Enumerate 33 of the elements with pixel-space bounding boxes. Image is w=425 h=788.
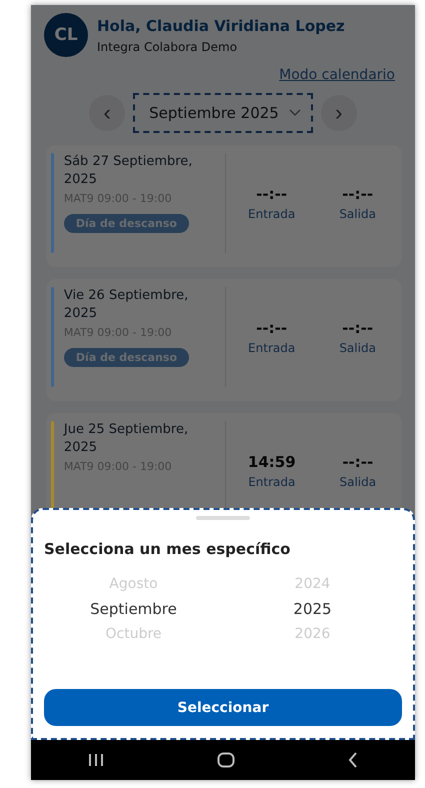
- company-name: Integra Colabora Demo: [97, 40, 238, 54]
- day-date: Sáb 27 Septiembre, 2025: [64, 153, 194, 190]
- back-icon[interactable]: [348, 752, 358, 768]
- day-date: Vie 26 Septiembre, 2025: [64, 287, 190, 324]
- rest-day-badge: Día de descanso: [64, 348, 190, 368]
- entry-label: Entrada: [248, 475, 296, 489]
- exit-time: --:--: [342, 319, 374, 337]
- recent-apps-icon[interactable]: [88, 753, 104, 767]
- entry-time: --:--: [256, 185, 288, 203]
- day-date: Jue 25 Septiembre, 2025: [64, 421, 190, 458]
- month-selector[interactable]: Septiembre 2025: [133, 93, 313, 133]
- calendar-mode-link[interactable]: Modo calendario: [279, 67, 395, 83]
- previous-month-button[interactable]: ‹: [89, 95, 126, 131]
- next-month-button[interactable]: ›: [320, 95, 357, 131]
- sheet-title: Selecciona un mes específico: [44, 540, 292, 558]
- month-option[interactable]: Septiembre: [90, 600, 177, 618]
- exit-label: Salida: [339, 475, 376, 489]
- exit-time: --:--: [342, 185, 374, 203]
- exit-label: Salida: [339, 341, 376, 355]
- select-button[interactable]: Seleccionar: [44, 689, 402, 726]
- exit-label: Salida: [339, 207, 376, 221]
- entry-time: --:--: [256, 319, 288, 337]
- year-option[interactable]: 2025: [293, 600, 332, 618]
- entry-time: 14:59: [248, 453, 296, 471]
- entry-label: Entrada: [248, 207, 296, 221]
- drag-handle[interactable]: [196, 516, 250, 520]
- avatar: CL: [44, 13, 88, 57]
- rest-day-badge: Día de descanso: [64, 214, 189, 234]
- home-icon[interactable]: [216, 752, 235, 768]
- greeting: Hola, Claudia Viridiana Lopez: [97, 16, 345, 34]
- chevron-down-icon: [288, 109, 301, 117]
- exit-time: --:--: [342, 453, 374, 471]
- entry-label: Entrada: [248, 341, 296, 355]
